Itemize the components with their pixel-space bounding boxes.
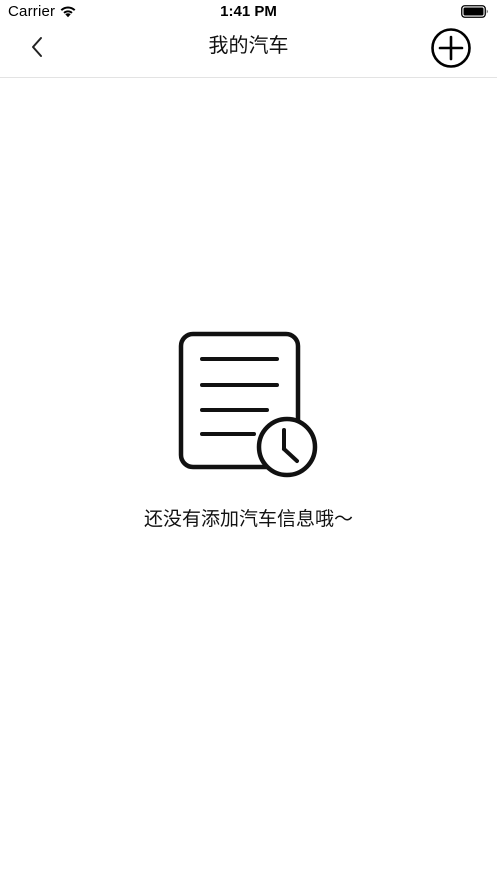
- document-clock-icon: [178, 331, 318, 478]
- screen: Carrier 1:41 PM 我的汽车 还没有添加汽车信息哦～: [0, 0, 497, 883]
- page-title: 我的汽车: [208, 33, 289, 57]
- nav-bar: 我的汽车: [0, 26, 497, 78]
- circle-plus-icon: [431, 28, 471, 68]
- empty-message: 还没有添加汽车信息哦～: [143, 508, 353, 530]
- add-button[interactable]: [429, 26, 473, 70]
- battery-icon: [461, 5, 488, 18]
- status-bar: Carrier 1:41 PM: [0, 0, 497, 26]
- status-time: 1:41 PM: [220, 3, 277, 20]
